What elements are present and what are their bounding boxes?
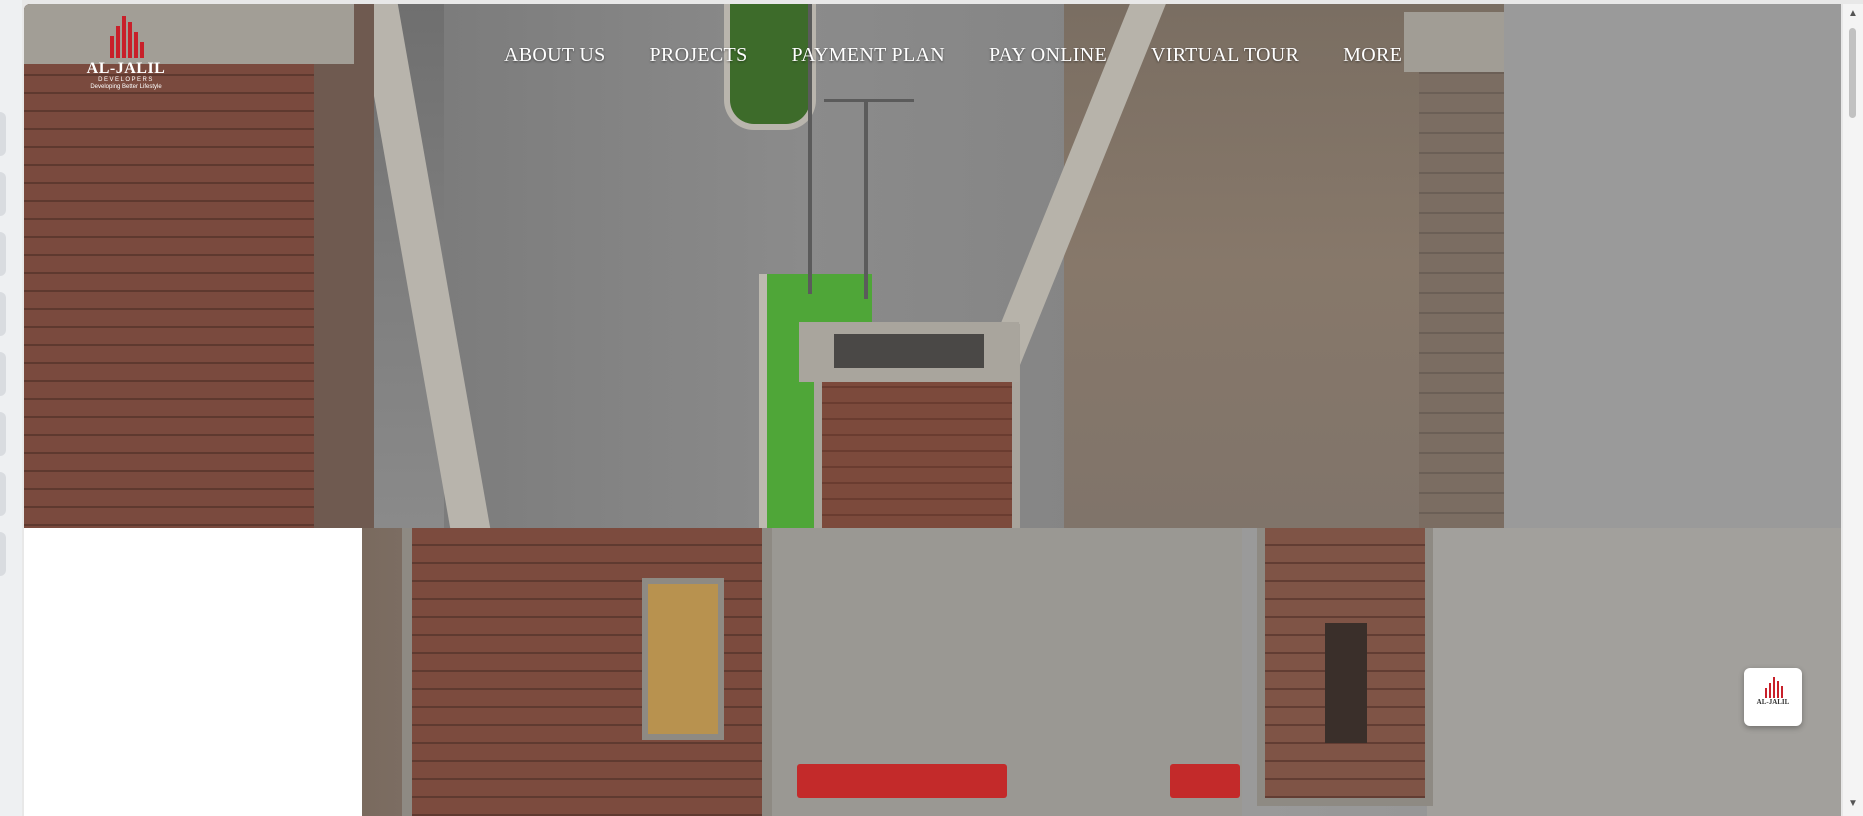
right-tower [1419,14,1504,528]
road-barrier [797,764,1007,798]
main-nav: ABOUT US PROJECTS PAYMENT PLAN PAY ONLIN… [482,44,1424,67]
side-tab[interactable] [0,292,6,336]
gate-left-structure [402,528,772,816]
side-tab[interactable] [0,472,6,516]
page-viewport: AL-JALIL DEVELOPERS Developing Better Li… [24,4,1841,816]
nav-projects[interactable]: PROJECTS [628,44,770,67]
side-tab[interactable] [0,112,6,156]
side-tab[interactable] [0,532,6,576]
nav-payment-plan[interactable]: PAYMENT PLAN [770,44,967,67]
road-barrier [1170,764,1240,798]
site-logo[interactable]: AL-JALIL DEVELOPERS Developing Better Li… [86,14,166,104]
hero-image: AL-JALIL DEVELOPERS Developing Better Li… [24,4,1504,528]
gate-image [362,528,1841,816]
browser-left-rail [0,0,22,816]
hero-side-panel [1504,4,1841,528]
light-pole [864,99,868,299]
page-scrollbar[interactable]: ▲ ▼ [1843,4,1863,816]
light-pole-arm [824,99,914,102]
left-tower [24,4,354,528]
side-tab[interactable] [0,232,6,276]
chevron-up-icon[interactable]: ▲ [1847,8,1859,20]
gate-left-door [642,578,724,740]
nav-more[interactable]: MORE [1321,44,1424,67]
center-pillar-cap [799,322,1019,382]
side-tab[interactable] [0,172,6,216]
floating-logo-button[interactable]: AL-JALIL [1744,668,1802,726]
chevron-down-icon[interactable]: ▼ [1847,798,1859,810]
left-tower-cap [24,4,354,64]
nav-pay-online[interactable]: PAY ONLINE [967,44,1129,67]
widget-name: AL-JALIL [1756,698,1790,706]
left-tower-side [314,4,374,528]
logo-mark-icon [106,14,146,58]
nav-about-us[interactable]: ABOUT US [482,44,628,67]
scroll-thumb[interactable] [1849,28,1856,118]
logo-mark-icon [1763,676,1783,698]
logo-name: AL-JALIL [86,60,166,77]
logo-tagline: Developing Better Lifestyle [90,84,162,90]
nav-virtual-tour[interactable]: VIRTUAL TOUR [1129,44,1321,67]
side-tab[interactable] [0,352,6,396]
side-tab[interactable] [0,412,6,456]
median-top [724,4,816,130]
gate-right-door [1325,623,1367,743]
gate-right-structure [1257,528,1433,806]
